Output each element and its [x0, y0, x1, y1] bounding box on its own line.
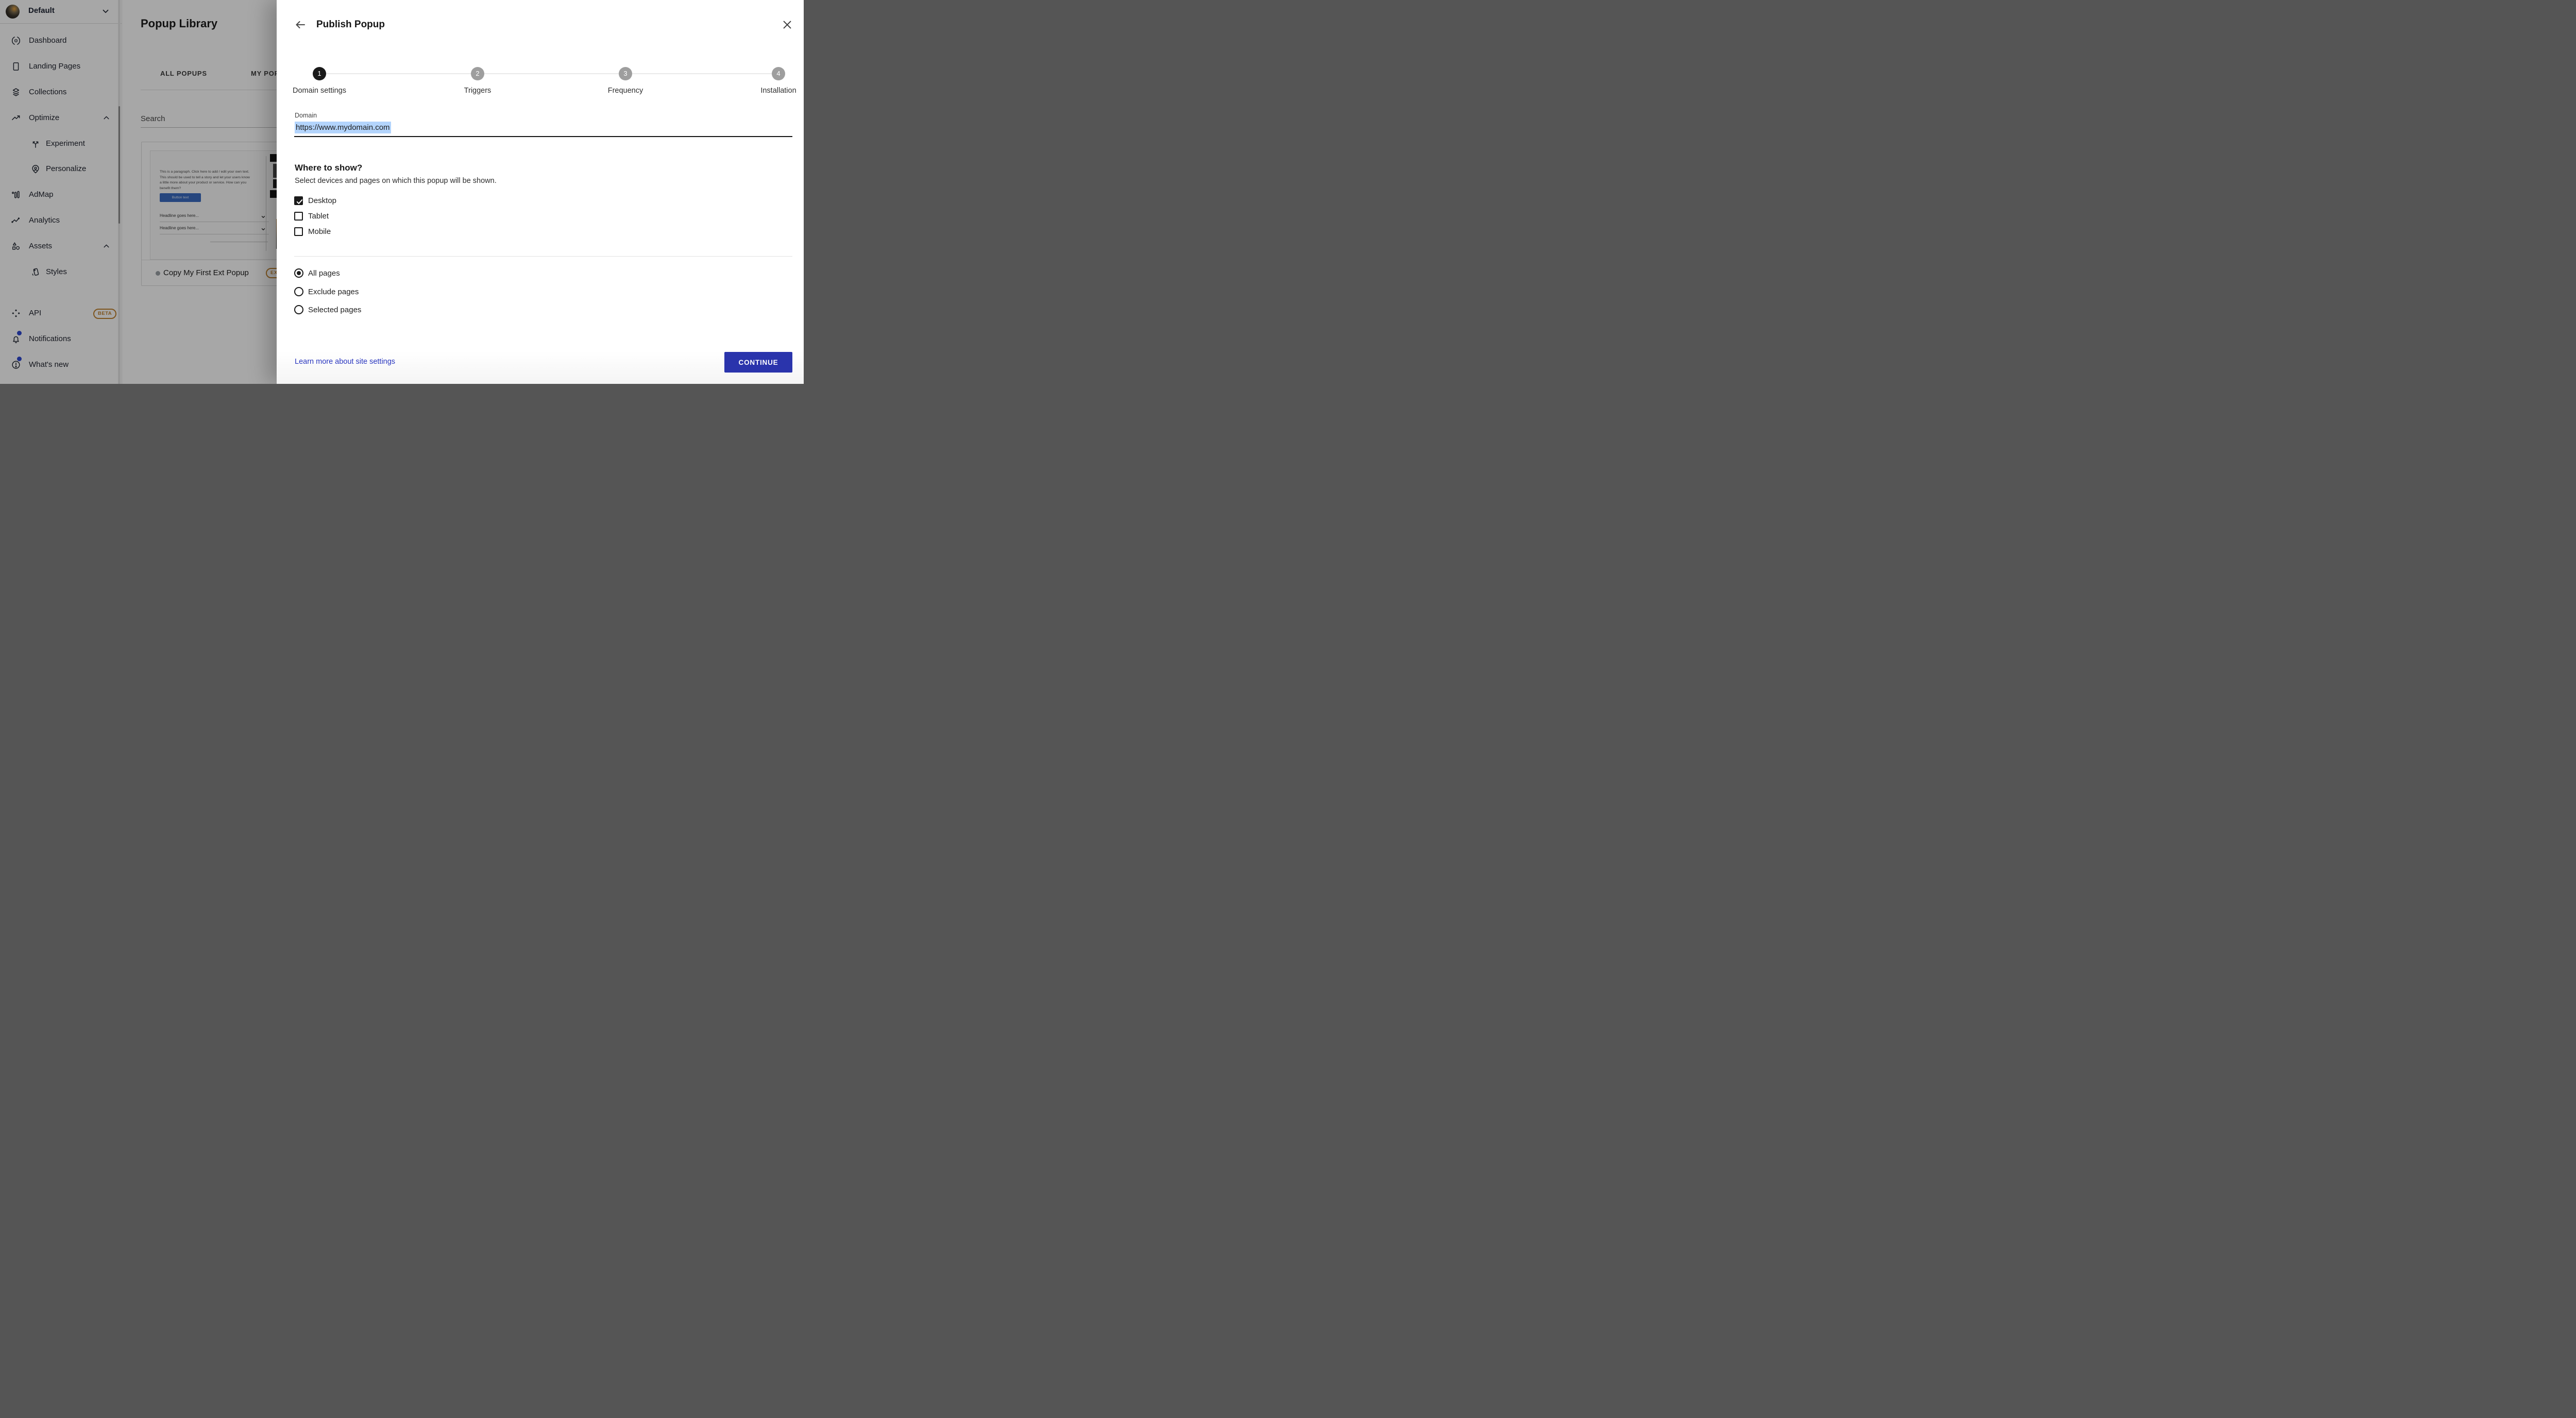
where-to-show-subheading: Select devices and pages on which this p…: [295, 177, 497, 185]
radio-ring: [294, 287, 303, 296]
close-icon[interactable]: [782, 19, 793, 30]
checkbox-box: [294, 212, 303, 221]
domain-field-label: Domain: [295, 112, 317, 119]
step-installation[interactable]: 4 Installation: [737, 67, 804, 98]
checkbox-label: Desktop: [308, 196, 336, 205]
radio-ring: [294, 305, 303, 314]
step-number: 3: [619, 67, 632, 80]
step-frequency[interactable]: 3 Frequency: [584, 67, 667, 98]
radio-label: All pages: [308, 269, 340, 278]
radio-label: Selected pages: [308, 306, 361, 314]
back-button[interactable]: [294, 19, 307, 31]
step-label: Frequency: [584, 87, 667, 95]
checkbox-box: [294, 196, 303, 205]
modal-title: Publish Popup: [316, 19, 385, 30]
section-divider: [294, 256, 792, 257]
domain-value-selected: https://www.mydomain.com: [295, 122, 391, 133]
radio-label: Exclude pages: [308, 288, 359, 296]
continue-button[interactable]: CONTINUE: [724, 352, 792, 373]
learn-more-link[interactable]: Learn more about site settings: [295, 358, 395, 366]
where-to-show-heading: Where to show?: [295, 163, 362, 173]
checkbox-label: Tablet: [308, 212, 329, 221]
domain-input-underline: [294, 136, 792, 137]
app-screen: Default Dashboard Landing Pages Collecti…: [0, 0, 804, 384]
modal-backdrop[interactable]: [0, 0, 277, 384]
step-label: Installation: [737, 87, 804, 95]
radio-ring: [294, 268, 303, 278]
step-number: 4: [772, 67, 785, 80]
step-label: Domain settings: [278, 87, 361, 95]
checkbox-box: [294, 227, 303, 236]
step-number: 1: [313, 67, 326, 80]
checkbox-label: Mobile: [308, 227, 331, 236]
step-number: 2: [471, 67, 484, 80]
publish-popup-modal: Publish Popup 1 Domain settings 2 Trigge…: [277, 0, 804, 384]
domain-input[interactable]: https://www.mydomain.com: [294, 122, 792, 136]
step-label: Triggers: [436, 87, 519, 95]
step-triggers[interactable]: 2 Triggers: [436, 67, 519, 98]
step-domain-settings[interactable]: 1 Domain settings: [278, 67, 361, 98]
